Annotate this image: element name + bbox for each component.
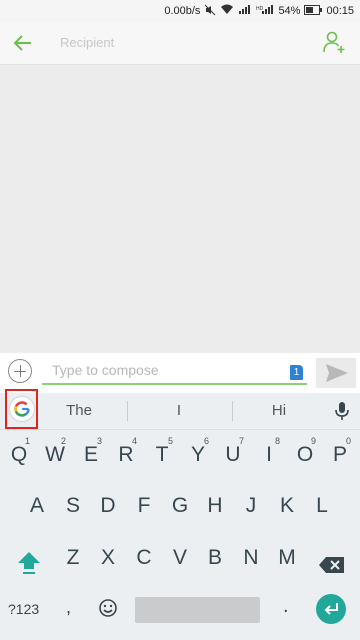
wifi-icon: [220, 4, 234, 18]
key-e[interactable]: E3: [74, 433, 108, 477]
key-i[interactable]: I8: [252, 433, 286, 477]
header-bar: Recipient: [0, 22, 360, 65]
key-c[interactable]: C: [127, 536, 161, 580]
key-y[interactable]: Y6: [181, 433, 215, 477]
send-icon: [326, 364, 348, 382]
key-row-4: ?123 , .: [0, 587, 360, 631]
key-o[interactable]: O9: [288, 433, 322, 477]
key-k[interactable]: K: [270, 484, 304, 528]
signal-icon: [238, 4, 252, 18]
microphone-icon[interactable]: [334, 401, 350, 421]
key-j[interactable]: J: [234, 484, 268, 528]
divider: [232, 401, 233, 421]
sim-badge[interactable]: 1: [290, 365, 303, 380]
compose-bar: 1: [0, 353, 360, 393]
key-q[interactable]: Q1: [2, 433, 36, 477]
key-u[interactable]: U7: [216, 433, 250, 477]
key-n[interactable]: N: [234, 536, 268, 580]
network-speed: 0.00b/s: [164, 5, 201, 17]
key-v[interactable]: V: [163, 536, 197, 580]
mute-icon: [204, 4, 216, 19]
key-f[interactable]: F: [127, 484, 161, 528]
key-z[interactable]: Z: [56, 536, 90, 580]
shift-icon[interactable]: [14, 550, 44, 576]
key-t[interactable]: T5: [145, 433, 179, 477]
key-w[interactable]: W2: [38, 433, 72, 477]
plus-circle-icon[interactable]: [8, 359, 32, 383]
key-h[interactable]: H: [198, 484, 232, 528]
google-icon: [9, 397, 34, 421]
symbols-key[interactable]: ?123: [8, 601, 39, 617]
key-a[interactable]: A: [20, 484, 54, 528]
key-x[interactable]: X: [91, 536, 125, 580]
key-row-2: A S D F G H J K L: [0, 484, 360, 528]
key-g[interactable]: G: [163, 484, 197, 528]
backspace-icon[interactable]: [318, 556, 346, 574]
suggestion-2[interactable]: I: [134, 402, 224, 419]
clock: 00:15: [326, 5, 354, 17]
comma-key[interactable]: ,: [66, 597, 71, 618]
suggestion-strip: The I Hi: [0, 389, 360, 430]
divider: [127, 401, 128, 421]
keyboard: The I Hi Q1 W2 E3 R4 T5 Y6 U7 I8 O9 P0 A…: [0, 389, 360, 640]
space-key[interactable]: [135, 597, 260, 623]
period-key[interactable]: .: [283, 595, 289, 618]
key-d[interactable]: D: [91, 484, 125, 528]
recipient-field[interactable]: Recipient: [60, 35, 114, 50]
key-m[interactable]: M: [270, 536, 304, 580]
compose-input[interactable]: [42, 357, 307, 385]
status-bar: 0.00b/s HD 54% 00:15: [0, 0, 360, 22]
send-button[interactable]: [316, 358, 356, 388]
emoji-icon[interactable]: [98, 598, 118, 618]
battery-level: 54%: [278, 5, 301, 17]
key-b[interactable]: B: [198, 536, 232, 580]
key-l[interactable]: L: [305, 484, 339, 528]
key-row-3: Z X C V B N M: [0, 536, 360, 580]
signal-hd-icon: HD: [256, 4, 274, 18]
message-area: [0, 65, 360, 353]
add-person-icon[interactable]: [322, 30, 346, 54]
back-arrow-icon[interactable]: [10, 30, 36, 56]
key-row-1: Q1 W2 E3 R4 T5 Y6 U7 I8 O9 P0: [0, 433, 360, 477]
key-r[interactable]: R4: [109, 433, 143, 477]
key-p[interactable]: P0: [323, 433, 357, 477]
suggestion-1[interactable]: The: [34, 402, 124, 419]
suggestion-3[interactable]: Hi: [234, 402, 324, 419]
enter-icon[interactable]: [316, 594, 346, 624]
battery-icon: [304, 4, 323, 18]
key-s[interactable]: S: [56, 484, 90, 528]
